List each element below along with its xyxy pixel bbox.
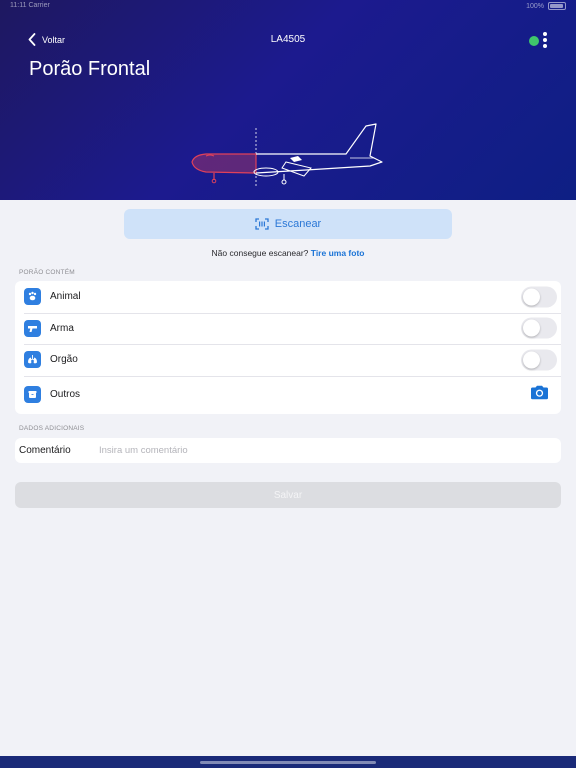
status-right: 100% <box>526 2 566 10</box>
battery-icon <box>548 2 566 10</box>
connection-status-dot <box>529 36 539 46</box>
comment-input[interactable] <box>99 445 519 456</box>
save-button[interactable]: Salvar <box>15 482 561 508</box>
comment-card: Comentário <box>15 438 561 463</box>
hold-contents-card: Animal Arma Orgão Outros <box>15 281 561 414</box>
arma-label: Arma <box>50 322 74 334</box>
flight-number: LA4505 <box>270 34 306 45</box>
scan-button[interactable]: Escanear <box>124 209 452 239</box>
additional-data-section-label: DADOS ADICIONAIS <box>19 425 85 432</box>
arma-toggle[interactable] <box>521 317 557 339</box>
home-indicator[interactable] <box>200 761 376 764</box>
camera-button[interactable] <box>530 385 549 405</box>
battery-percent: 100% <box>526 2 544 10</box>
list-item-animal: Animal <box>15 281 561 313</box>
paw-icon <box>24 288 41 306</box>
more-options-icon[interactable] <box>542 32 548 50</box>
scan-alternative-text: Não consegue escanear? Tire uma foto <box>0 248 576 258</box>
scan-prompt: Não consegue escanear? <box>211 248 309 258</box>
scan-button-label: Escanear <box>274 218 322 230</box>
status-time: 11:11 Carrier <box>10 2 50 9</box>
hold-contents-section-label: PORÃO CONTÉM <box>19 269 75 276</box>
header: 11:11 Carrier 100% Voltar LA4505 Porão F… <box>0 0 576 200</box>
comment-label: Comentário <box>19 445 71 456</box>
airplane-front-hold-diagram <box>191 123 383 186</box>
orgao-toggle[interactable] <box>521 349 557 371</box>
camera-icon <box>531 385 548 399</box>
page-title: Porão Frontal <box>29 58 151 80</box>
box-icon <box>24 386 41 403</box>
list-item-arma: Arma <box>15 312 561 345</box>
lungs-icon <box>24 351 41 369</box>
animal-label: Animal <box>50 291 81 303</box>
status-bar: 11:11 Carrier 100% <box>10 2 566 14</box>
list-item-orgao: Orgão <box>15 344 561 376</box>
list-item-outros: Outros <box>15 375 561 414</box>
gun-icon <box>24 319 41 337</box>
animal-toggle[interactable] <box>521 286 557 308</box>
take-photo-link[interactable]: Tire uma foto <box>311 248 365 258</box>
orgao-label: Orgão <box>50 354 78 366</box>
outros-label: Outros <box>50 389 81 400</box>
barcode-scan-icon <box>255 218 269 230</box>
